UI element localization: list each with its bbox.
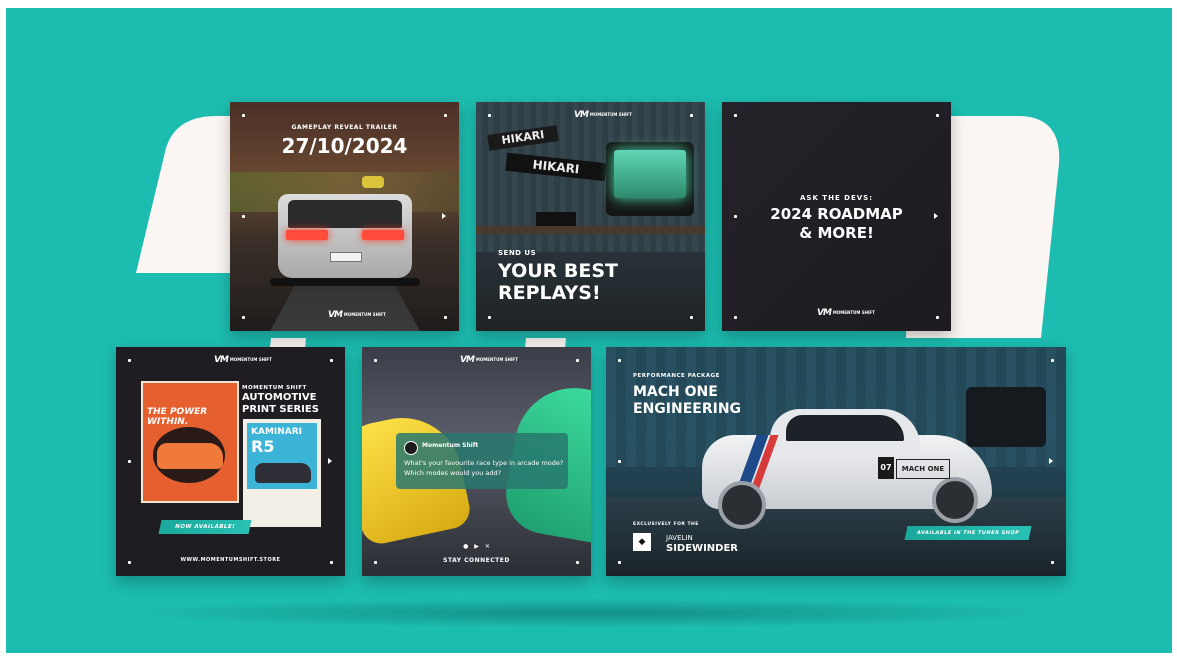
corner-marker xyxy=(374,359,377,362)
corner-marker xyxy=(128,460,131,463)
poster-kaminari-subtitle: R5 xyxy=(251,437,275,456)
replays-title-line1: YOUR BEST xyxy=(498,260,619,282)
corner-marker xyxy=(618,359,621,362)
teal-background: GAMEPLAY REVEAL TRAILER 27/10/2024 VM MOM… xyxy=(6,8,1172,653)
corner-marker xyxy=(128,561,131,564)
brand-logo: VM MOMENTUM SHIFT xyxy=(460,355,518,365)
package-title-line2: ENGINEERING xyxy=(633,401,742,417)
trailer-kicker: GAMEPLAY REVEAL TRAILER xyxy=(291,124,398,131)
corner-marker xyxy=(444,114,447,117)
corner-marker xyxy=(734,215,737,218)
corner-marker xyxy=(690,114,693,117)
corner-marker xyxy=(576,561,579,564)
side-arrow-marker xyxy=(442,213,446,219)
brand-logo: VM MOMENTUM SHIFT xyxy=(574,110,632,120)
brand-logo: VM MOMENTUM SHIFT xyxy=(817,308,875,318)
corner-marker xyxy=(1051,561,1054,564)
corner-marker xyxy=(488,316,491,319)
card-social[interactable]: VM MOMENTUM SHIFT Momentum Shift What's y… xyxy=(362,347,591,576)
account-avatar xyxy=(404,441,418,455)
corner-marker xyxy=(936,316,939,319)
crt-tv xyxy=(606,142,694,216)
facebook-icon[interactable]: ● xyxy=(463,543,468,550)
package-title-line1: MACH ONE xyxy=(633,384,718,400)
corner-marker xyxy=(1051,359,1054,362)
social-icons[interactable]: ● ▶ ✕ xyxy=(362,543,591,550)
side-arrow-marker xyxy=(328,458,332,464)
corner-marker xyxy=(242,215,245,218)
corner-marker xyxy=(374,561,377,564)
poster-kaminari: KAMINARI R5 xyxy=(243,419,321,527)
poster-power-within: THE POWER WITHIN. xyxy=(141,381,239,503)
door-brand: MACH ONE xyxy=(896,459,950,479)
corner-marker xyxy=(690,316,693,319)
corner-marker xyxy=(936,114,939,117)
card-print-series[interactable]: VM MOMENTUM SHIFT THE POWER WITHIN. MOMEN… xyxy=(116,347,345,576)
brand-logo: VM MOMENTUM SHIFT xyxy=(328,310,386,320)
javelin-badge-icon: ◆ xyxy=(633,533,651,551)
post-question-line1: What's your favourite race type in arcad… xyxy=(404,459,564,467)
car-name-line1: JAVELIN xyxy=(666,534,693,542)
poster-kaminari-title: KAMINARI xyxy=(251,427,303,437)
print-title-line1: AUTOMOTIVE xyxy=(242,392,317,403)
replays-title-line2: REPLAYS! xyxy=(498,282,601,304)
corner-marker xyxy=(330,359,333,362)
replays-kicker: SEND US xyxy=(498,249,537,257)
corner-marker xyxy=(618,460,621,463)
corner-marker xyxy=(330,561,333,564)
print-title-line2: PRINT SERIES xyxy=(242,404,319,415)
exclusive-label: EXCLUSIVELY FOR THE xyxy=(633,522,699,527)
corner-marker xyxy=(576,359,579,362)
roadmap-kicker: ASK THE DEVS: xyxy=(799,194,874,202)
social-post-card: Momentum Shift What's your favourite rac… xyxy=(396,433,568,489)
side-arrow-marker xyxy=(1049,458,1053,464)
card-roadmap[interactable]: ASK THE DEVS: 2024 ROADMAP & MORE! VM MOM… xyxy=(722,102,951,331)
corner-marker xyxy=(488,114,491,117)
trailer-date: 27/10/2024 xyxy=(281,134,408,158)
post-question-line2: Which modes would you add? xyxy=(404,469,502,477)
store-url[interactable]: WWW.MOMENTUMSHIFT.STORE xyxy=(116,557,345,563)
floor-shadow xyxy=(116,598,1066,628)
roadmap-title-line1: 2024 ROADMAP xyxy=(770,205,903,223)
door-number: 07 xyxy=(878,457,894,479)
x-icon[interactable]: ✕ xyxy=(485,543,490,550)
corner-marker xyxy=(242,316,245,319)
poster-power-within-title: THE POWER WITHIN. xyxy=(147,407,208,427)
brand-logo: VM MOMENTUM SHIFT xyxy=(214,355,272,365)
side-arrow-marker xyxy=(934,213,938,219)
now-available-button[interactable]: NOW AVAILABLE! xyxy=(158,520,252,534)
card-performance-package[interactable]: 07 MACH ONE PERFORMANCE PACKAGE MACH ONE… xyxy=(606,347,1066,576)
corner-marker xyxy=(128,359,131,362)
roadmap-title-line2: & MORE! xyxy=(799,224,874,242)
corner-marker xyxy=(734,316,737,319)
corner-marker xyxy=(734,114,737,117)
corner-marker xyxy=(444,316,447,319)
card-replays[interactable]: HIKARI HIKARI SEND US YOUR BEST REPLAYS!… xyxy=(476,102,705,331)
card-trailer[interactable]: GAMEPLAY REVEAL TRAILER 27/10/2024 VM MOM… xyxy=(230,102,459,331)
corner-marker xyxy=(618,561,621,564)
tuner-shop-button[interactable]: AVAILABLE IN THE TUNER SHOP xyxy=(904,526,1032,540)
corner-marker xyxy=(242,114,245,117)
print-brand: MOMENTUM SHIFT xyxy=(242,385,307,391)
youtube-icon[interactable]: ▶ xyxy=(474,543,479,550)
car-name-line2: SIDEWINDER xyxy=(666,543,739,554)
social-footer: STAY CONNECTED xyxy=(443,557,510,564)
package-kicker: PERFORMANCE PACKAGE xyxy=(633,373,720,379)
account-name: Momentum Shift xyxy=(422,442,479,449)
